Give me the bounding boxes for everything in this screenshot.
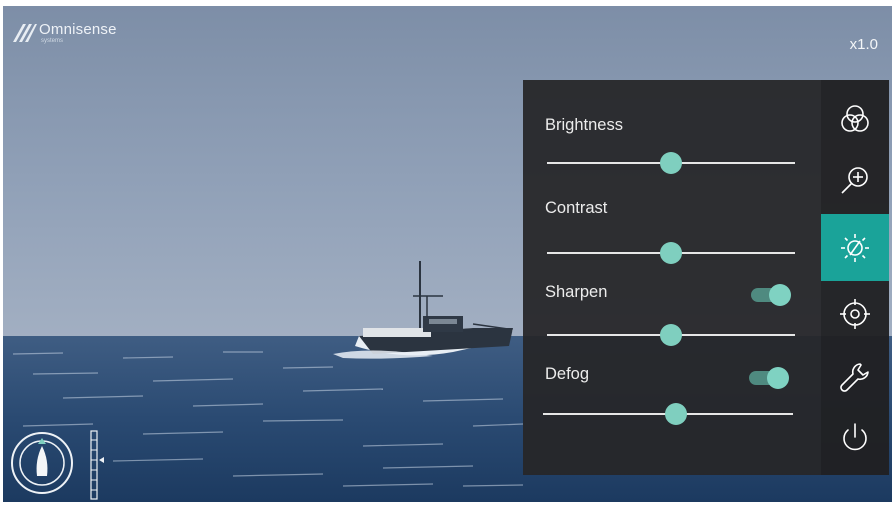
brand-name: Omnisense: [39, 21, 117, 38]
brightness-label: Brightness: [545, 116, 623, 134]
contrast-label: Contrast: [545, 199, 608, 217]
settings-button[interactable]: [821, 343, 889, 410]
defog-label: Defog: [545, 365, 590, 383]
brightness-slider[interactable]: [547, 152, 795, 174]
defog-toggle[interactable]: [749, 367, 789, 389]
zoom-level-readout: x1.0: [849, 36, 878, 53]
power-icon: [843, 422, 867, 450]
image-adjust-panel: Brightness Contrast Sharpen Defog: [523, 80, 821, 475]
sharpen-slider[interactable]: [547, 324, 795, 346]
slider-thumb[interactable]: [660, 152, 682, 174]
omnisense-logo-stripes-icon: [13, 24, 37, 42]
slider-thumb[interactable]: [664, 403, 687, 425]
toggle-knob: [767, 367, 789, 389]
target-button[interactable]: [821, 280, 889, 347]
brand-subtitle: systems: [41, 38, 64, 44]
image-adjust-button[interactable]: [821, 214, 889, 281]
tool-sidebar: [821, 80, 889, 475]
crosshair-target-icon: [840, 298, 870, 329]
sharpen-toggle[interactable]: [751, 284, 791, 306]
defog-slider[interactable]: [543, 403, 793, 425]
elevation-scale-icon: [90, 430, 104, 500]
vessel-heading-compass-icon: [11, 432, 73, 494]
toggle-knob: [769, 284, 791, 306]
wrench-icon: [840, 362, 869, 392]
zoom-button[interactable]: [821, 147, 889, 214]
power-button[interactable]: [821, 404, 889, 471]
color-filter-button[interactable]: [821, 85, 889, 152]
color-filter-icon: [841, 104, 869, 132]
image-adjust-icon: [841, 233, 869, 262]
sharpen-label: Sharpen: [545, 283, 608, 301]
brand-logo: Omnisense systems: [11, 22, 117, 44]
contrast-slider[interactable]: [547, 242, 795, 264]
zoom-in-icon: [841, 166, 868, 194]
slider-thumb[interactable]: [660, 242, 682, 264]
slider-thumb[interactable]: [660, 324, 682, 346]
